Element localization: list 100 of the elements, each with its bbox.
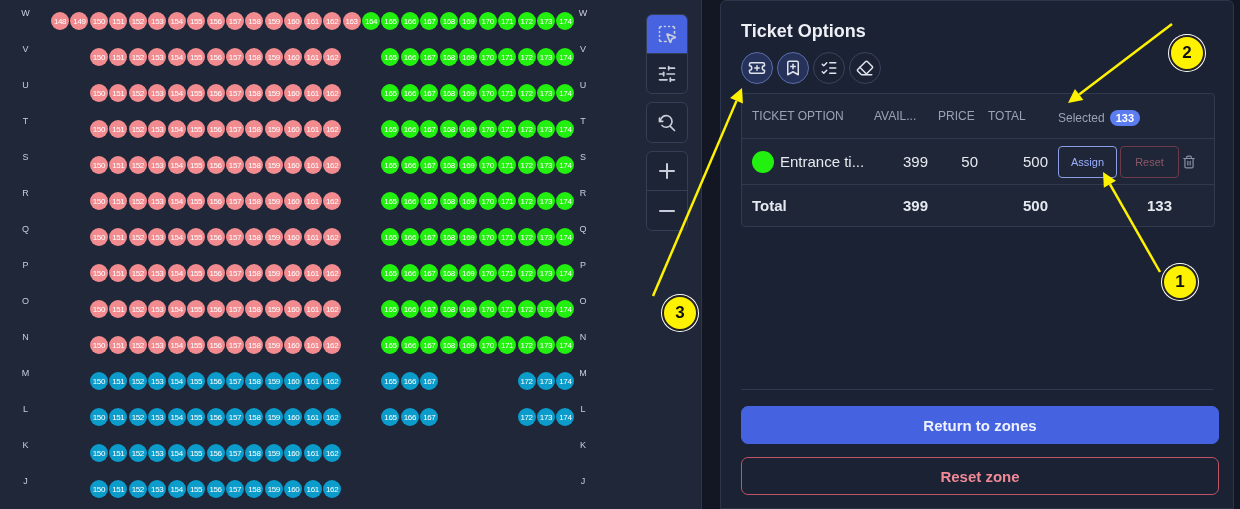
seat[interactable]: 157 — [225, 156, 244, 174]
seat[interactable]: 150 — [89, 228, 108, 246]
seat[interactable]: 166 — [400, 84, 419, 102]
seat[interactable]: 164 — [362, 12, 380, 30]
seat[interactable]: 171 — [498, 12, 517, 30]
seat[interactable]: 162 — [323, 372, 342, 390]
seat[interactable]: 150 — [89, 336, 108, 354]
seat[interactable]: 151 — [109, 48, 128, 66]
seat[interactable]: 153 — [148, 12, 167, 30]
seat[interactable]: 173 — [536, 336, 555, 354]
seat[interactable]: 151 — [109, 372, 128, 390]
seat[interactable]: 165 — [381, 48, 400, 66]
seat[interactable]: 151 — [109, 300, 128, 318]
seat[interactable]: 174 — [556, 48, 575, 66]
seat[interactable]: 162 — [323, 120, 342, 138]
seat[interactable]: 158 — [245, 264, 264, 282]
seat[interactable]: 173 — [536, 300, 555, 318]
seat[interactable]: 172 — [517, 264, 536, 282]
seat[interactable]: 155 — [187, 192, 206, 210]
seat[interactable]: 165 — [381, 372, 400, 390]
seat[interactable]: 159 — [264, 156, 283, 174]
seat[interactable]: 151 — [109, 84, 128, 102]
seat[interactable]: 152 — [128, 480, 147, 498]
seat[interactable]: 160 — [284, 408, 303, 426]
seat[interactable]: 152 — [128, 84, 147, 102]
seat[interactable]: 160 — [284, 372, 303, 390]
seat[interactable]: 172 — [517, 408, 536, 426]
seat[interactable]: 172 — [517, 300, 536, 318]
seat[interactable]: 162 — [323, 228, 342, 246]
seat[interactable]: 173 — [536, 48, 555, 66]
seat[interactable]: 169 — [459, 228, 478, 246]
seat[interactable]: 153 — [148, 408, 167, 426]
seat[interactable]: 160 — [284, 228, 303, 246]
seat[interactable]: 166 — [400, 264, 419, 282]
seat[interactable]: 171 — [498, 120, 517, 138]
seat[interactable]: 156 — [206, 480, 225, 498]
seat[interactable]: 162 — [323, 408, 342, 426]
seat[interactable]: 154 — [167, 336, 186, 354]
seat[interactable]: 157 — [225, 408, 244, 426]
seat[interactable]: 158 — [245, 156, 264, 174]
seat[interactable]: 170 — [478, 156, 497, 174]
seat[interactable]: 154 — [167, 48, 186, 66]
seat[interactable]: 155 — [187, 12, 206, 30]
seat[interactable]: 167 — [420, 300, 439, 318]
seat[interactable]: 159 — [264, 192, 283, 210]
seat[interactable]: 159 — [264, 264, 283, 282]
seat[interactable]: 163 — [342, 12, 361, 30]
seat[interactable]: 153 — [148, 84, 167, 102]
seat[interactable]: 168 — [439, 228, 458, 246]
seat[interactable]: 161 — [303, 264, 322, 282]
seat[interactable]: 169 — [459, 336, 478, 354]
return-button[interactable]: Return to zones — [741, 406, 1219, 444]
seat[interactable]: 173 — [536, 192, 555, 210]
seat[interactable]: 152 — [128, 120, 147, 138]
seat[interactable]: 173 — [536, 264, 555, 282]
seat[interactable]: 172 — [517, 120, 536, 138]
seat[interactable]: 167 — [420, 264, 439, 282]
seat[interactable]: 158 — [245, 372, 264, 390]
seat[interactable]: 155 — [187, 444, 206, 462]
seat[interactable]: 152 — [128, 264, 147, 282]
seat[interactable]: 166 — [400, 120, 419, 138]
seat[interactable]: 150 — [89, 480, 108, 498]
seat[interactable]: 157 — [225, 48, 244, 66]
seat[interactable]: 153 — [148, 192, 167, 210]
seat[interactable]: 159 — [264, 12, 283, 30]
seat[interactable]: 160 — [284, 336, 303, 354]
seat[interactable]: 155 — [187, 120, 206, 138]
seat[interactable]: 151 — [109, 336, 128, 354]
seat[interactable]: 172 — [517, 48, 536, 66]
seat[interactable]: 162 — [323, 264, 342, 282]
seat[interactable]: 153 — [148, 300, 167, 318]
seat[interactable]: 156 — [206, 228, 225, 246]
seat[interactable]: 155 — [187, 300, 206, 318]
seat[interactable]: 169 — [459, 120, 478, 138]
seat[interactable]: 170 — [478, 300, 497, 318]
seat[interactable]: 154 — [167, 408, 186, 426]
seat[interactable]: 168 — [439, 12, 458, 30]
seat[interactable]: 154 — [167, 300, 186, 318]
seat[interactable]: 151 — [109, 120, 128, 138]
seat[interactable]: 162 — [323, 192, 342, 210]
seat[interactable]: 167 — [420, 12, 439, 30]
seat[interactable]: 171 — [498, 192, 517, 210]
seat[interactable]: 153 — [148, 120, 167, 138]
seat[interactable]: 158 — [245, 48, 264, 66]
seat[interactable]: 152 — [128, 444, 147, 462]
seat[interactable]: 162 — [323, 444, 342, 462]
seat[interactable]: 151 — [109, 156, 128, 174]
seat[interactable]: 167 — [420, 156, 439, 174]
seat[interactable]: 153 — [148, 444, 167, 462]
seat[interactable]: 170 — [478, 84, 497, 102]
seat[interactable]: 156 — [206, 336, 225, 354]
seat[interactable]: 161 — [303, 120, 322, 138]
seat[interactable]: 154 — [167, 12, 186, 30]
seat[interactable]: 166 — [400, 372, 419, 390]
seat[interactable]: 155 — [187, 48, 206, 66]
seat[interactable]: 169 — [459, 12, 478, 30]
seat[interactable]: 158 — [245, 228, 264, 246]
seat[interactable]: 156 — [206, 84, 225, 102]
seat[interactable]: 165 — [381, 120, 400, 138]
seat[interactable]: 155 — [187, 156, 206, 174]
